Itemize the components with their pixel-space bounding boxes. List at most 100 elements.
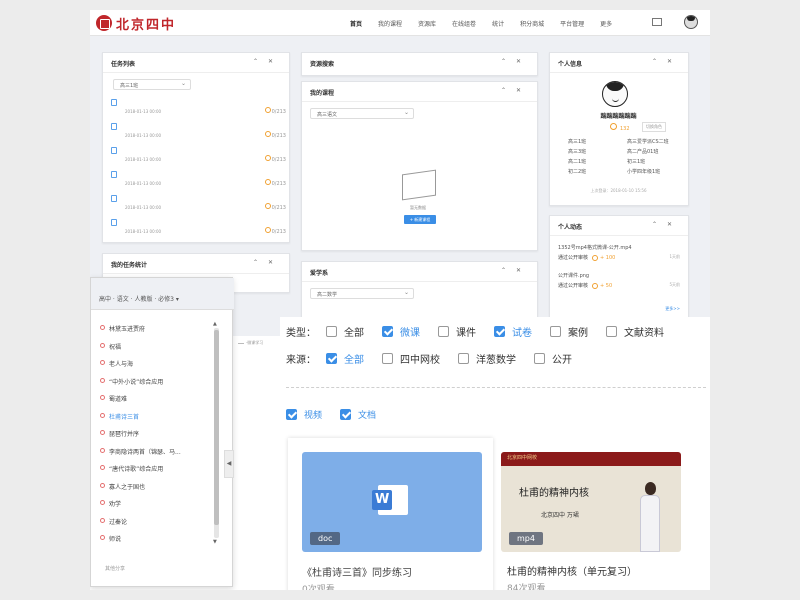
task-item[interactable]: 2018-01-13 00:00 0/213 [111, 171, 286, 189]
option-label: 公开 [552, 354, 572, 366]
chapter-item[interactable]: 李商隐诗两首（锦瑟、马... [100, 447, 181, 456]
course-select[interactable]: 高三语文 [310, 108, 414, 119]
source-option[interactable]: 全部 [326, 351, 364, 366]
chapter-item[interactable]: 师说 [100, 534, 121, 543]
checkbox-checked[interactable] [326, 352, 337, 364]
nav-resources[interactable]: 资源库 [418, 19, 436, 28]
class-select[interactable]: 高三1班 [113, 79, 191, 90]
task-item[interactable]: 2018-01-13 00:00 0/213 [111, 219, 286, 237]
user-avatar-icon[interactable] [684, 15, 698, 29]
type-option[interactable]: 课件 [438, 324, 476, 339]
chapter-item[interactable]: “唐代诗歌”综合应用 [100, 464, 163, 473]
more-link[interactable]: 更多>> [665, 306, 680, 312]
chapter-dot-icon [100, 395, 105, 400]
school-logo[interactable]: 北京四中 [96, 14, 176, 33]
scroll-up-icon[interactable]: ▲ [213, 321, 217, 327]
card-controls[interactable]: ⌃✕ [501, 267, 531, 274]
checkbox-checked[interactable] [286, 408, 297, 420]
nav-my-courses[interactable]: 我的课程 [378, 19, 402, 28]
type-option[interactable]: 试卷 [494, 324, 532, 339]
nav-statistics[interactable]: 统计 [492, 19, 504, 28]
chapter-item[interactable]: 寡人之于国也 [100, 482, 145, 491]
switch-role-button[interactable]: 切换角色 [642, 122, 666, 132]
checkbox[interactable] [550, 325, 561, 337]
class-item[interactable]: 初二2班 [568, 168, 621, 175]
type-option[interactable]: 全部 [326, 324, 364, 339]
activity-item[interactable]: 公开课件.png 通过公开审核 + 50 5天前 [558, 272, 680, 302]
divider [286, 387, 706, 388]
collapse-panel-button[interactable]: ◀ [224, 450, 234, 478]
class-item[interactable]: 高三爱学派CS二班 [627, 138, 680, 145]
card-controls[interactable]: ⌃✕ [501, 58, 531, 65]
scroll-down-icon[interactable]: ▼ [213, 539, 217, 545]
checkbox-checked[interactable] [382, 325, 393, 337]
source-option[interactable]: 四中网校 [382, 351, 440, 366]
resource-thumbnail[interactable]: 北京四中网校 杜甫的精神内核 北京四中 万珺 mp4 [501, 452, 681, 552]
add-course-button[interactable]: + 新建课程 [404, 215, 436, 224]
checkbox[interactable] [382, 352, 393, 364]
task-item[interactable]: 2018-01-13 00:00 0/213 [111, 147, 286, 165]
class-item[interactable]: 小学四年级1班 [627, 168, 680, 175]
nav-online-paper[interactable]: 在线组卷 [452, 19, 476, 28]
resource-title[interactable]: 《杜甫诗三首》同步练习 [302, 564, 412, 579]
source-option[interactable]: 公开 [534, 351, 572, 366]
chapter-item[interactable]: 琵琶行并序 [100, 429, 139, 438]
task-item[interactable]: 2018-01-13 00:00 0/213 [111, 195, 286, 213]
mail-icon[interactable] [652, 18, 662, 26]
card-controls[interactable]: ⌃✕ [253, 58, 283, 65]
class-item[interactable]: 高二产品01班 [627, 148, 680, 155]
resource-card[interactable]: doc 《杜甫诗三首》同步练习 0次观看 [288, 438, 493, 590]
resource-title[interactable]: 杜甫的精神内核（单元复习） [507, 563, 637, 578]
format-option[interactable]: 视频 [286, 408, 322, 421]
type-option[interactable]: 文献资料 [606, 324, 664, 339]
chapter-item[interactable]: 劝学 [100, 499, 121, 508]
class-item[interactable]: 高三1班 [568, 138, 621, 145]
checkbox[interactable] [458, 352, 469, 364]
nav-points-mall[interactable]: 积分商城 [520, 19, 544, 28]
chapter-item[interactable]: 过秦论 [100, 517, 127, 526]
card-controls[interactable]: ⌃✕ [253, 259, 283, 266]
class-item[interactable]: 高三3班 [568, 148, 621, 155]
option-label: 案例 [568, 327, 588, 339]
checkbox[interactable] [438, 325, 449, 337]
source-option[interactable]: 洋葱数学 [458, 351, 516, 366]
scrollbar-thumb[interactable] [214, 330, 219, 525]
type-option[interactable]: 微课 [382, 324, 420, 339]
chapter-item[interactable]: “中外小说”综合应用 [100, 377, 163, 386]
task-item[interactable]: 2018-01-13 00:00 0/213 [111, 99, 286, 117]
chapter-item[interactable]: 老人与海 [100, 359, 133, 368]
card-controls[interactable]: ⌃✕ [652, 58, 682, 65]
nav-home[interactable]: 首页 [350, 19, 362, 28]
chapter-item[interactable]: 林黛玉进贾府 [100, 324, 145, 333]
nav-platform-admin[interactable]: 平台管理 [560, 19, 584, 28]
card-controls[interactable]: ⌃✕ [501, 87, 531, 94]
task-item[interactable]: 2018-01-13 00:00 0/213 [111, 123, 286, 141]
format-option[interactable]: 文档 [340, 408, 376, 421]
card-controls[interactable]: ⌃✕ [652, 221, 682, 228]
chapter-item[interactable]: 杜甫诗三首 [100, 412, 139, 421]
slide-subtitle: 北京四中 万珺 [541, 512, 579, 519]
checkbox[interactable] [606, 325, 617, 337]
nav-more[interactable]: 更多 [600, 19, 612, 28]
chapter-label: 蜀道难 [109, 396, 128, 403]
card-title: 个人动态 [558, 224, 583, 231]
textbook-breadcrumb[interactable]: 高中 · 语文 · 人教版 · 必修3 [99, 294, 179, 303]
chapter-dot-icon [100, 342, 105, 348]
last-login: 上次登录：2018-01-10 15:56 [590, 188, 647, 193]
type-option[interactable]: 案例 [550, 324, 588, 339]
chapter-item[interactable]: 祝福 [100, 342, 121, 351]
points-earned: + 100 [592, 255, 615, 261]
activity-item[interactable]: 1352号mp4格式微课-公开.mp4 通过公开审核 + 100 1天前 [558, 244, 680, 274]
task-date: 2018-01-13 00:00 [125, 133, 162, 138]
subject-select[interactable]: 高二数学 [310, 288, 414, 299]
class-item[interactable]: 初三1班 [627, 158, 680, 165]
checkbox[interactable] [326, 325, 337, 337]
checkbox-checked[interactable] [340, 408, 352, 420]
checkbox[interactable] [534, 352, 545, 364]
class-item[interactable]: 高二1班 [568, 158, 621, 165]
resource-thumbnail[interactable]: doc [302, 452, 482, 552]
chapter-item[interactable]: 蜀道难 [100, 394, 128, 403]
chapter-dot-icon [100, 412, 105, 418]
checkbox-checked[interactable] [494, 325, 505, 337]
profile-avatar[interactable] [602, 81, 628, 107]
